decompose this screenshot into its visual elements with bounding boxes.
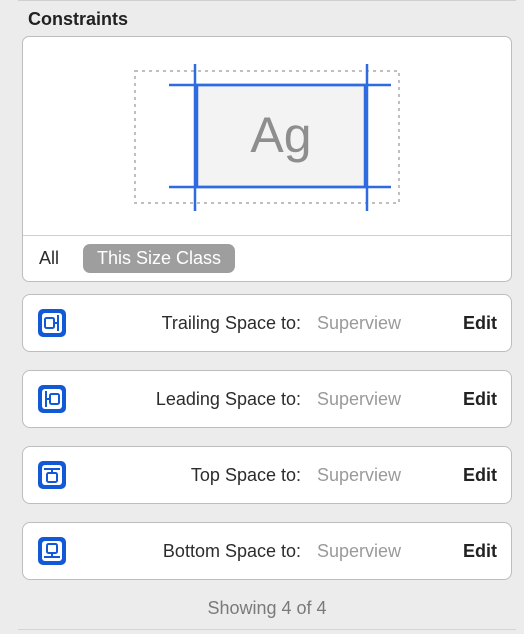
- edit-button[interactable]: Edit: [463, 389, 497, 410]
- bottom-constraint-icon: [37, 536, 67, 566]
- constraint-row-trailing[interactable]: Trailing Space to: Superview Edit: [22, 294, 512, 352]
- constraint-label: Top Space to:: [79, 465, 305, 486]
- constraints-panel: Constraints Ag All This Size Class: [0, 0, 524, 634]
- edit-button[interactable]: Edit: [463, 465, 497, 486]
- constraint-row-leading[interactable]: Leading Space to: Superview Edit: [22, 370, 512, 428]
- trailing-constraint-icon: [37, 308, 67, 338]
- edit-button[interactable]: Edit: [463, 313, 497, 334]
- section-title: Constraints: [28, 9, 516, 30]
- constraint-value: Superview: [317, 389, 451, 410]
- constraint-label: Bottom Space to:: [79, 541, 305, 562]
- constraint-preview-diagram[interactable]: Ag: [23, 37, 511, 235]
- leading-constraint-icon: [37, 384, 67, 414]
- constraint-row-bottom[interactable]: Bottom Space to: Superview Edit: [22, 522, 512, 580]
- constraint-label: Leading Space to:: [79, 389, 305, 410]
- top-constraint-icon: [37, 460, 67, 490]
- constraint-list: Trailing Space to: Superview Edit Leadin…: [22, 294, 512, 580]
- constraint-row-top[interactable]: Top Space to: Superview Edit: [22, 446, 512, 504]
- filter-this-size-class[interactable]: This Size Class: [83, 244, 235, 273]
- constraint-value: Superview: [317, 313, 451, 334]
- filter-all[interactable]: All: [33, 248, 65, 269]
- preview-placeholder-glyph: Ag: [250, 107, 311, 163]
- size-class-filter: All This Size Class: [23, 235, 511, 281]
- status-text: Showing 4 of 4: [18, 598, 516, 619]
- edit-button[interactable]: Edit: [463, 541, 497, 562]
- constraint-label: Trailing Space to:: [79, 313, 305, 334]
- constraint-value: Superview: [317, 465, 451, 486]
- constraint-preview-card: Ag All This Size Class: [22, 36, 512, 282]
- constraint-value: Superview: [317, 541, 451, 562]
